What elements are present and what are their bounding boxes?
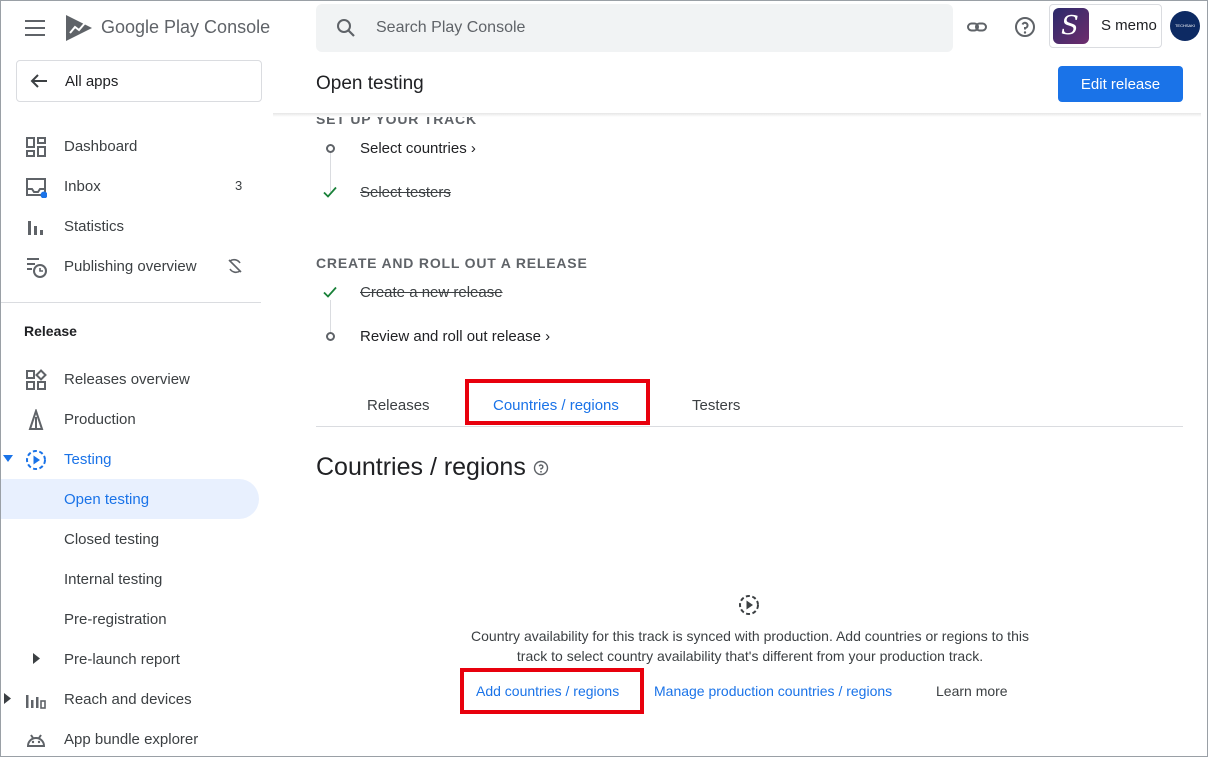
help-icon[interactable] [1013, 15, 1037, 39]
sidebar-divider [1, 302, 261, 303]
sidebar-section-release: Release [24, 323, 77, 339]
learn-more-link[interactable]: Learn more [936, 683, 1008, 699]
tab-testers[interactable]: Testers [692, 397, 740, 414]
sidebar: Google Play Console All apps Dashboard I… [1, 1, 273, 757]
dashboard-icon [26, 137, 46, 157]
sidebar-item-inbox[interactable]: Inbox 3 [1, 166, 259, 206]
sync-off-icon [228, 258, 242, 274]
caret-right-icon [4, 693, 11, 704]
check-icon [323, 186, 337, 198]
step-select-countries[interactable]: Select countries › [360, 140, 476, 157]
step-pending-icon [326, 144, 335, 153]
rollout-heading: CREATE AND ROLL OUT A RELEASE [316, 255, 588, 271]
testing-icon [26, 450, 46, 470]
edit-release-button[interactable]: Edit release [1058, 66, 1183, 102]
sidebar-item-pre-registration[interactable]: Pre-registration [1, 599, 259, 639]
production-icon [28, 409, 44, 430]
sidebar-item-pre-launch-report[interactable]: Pre-launch report [1, 639, 259, 679]
sidebar-item-label: Testing [64, 451, 112, 468]
search-input[interactable] [376, 16, 916, 40]
inbox-icon [26, 178, 47, 198]
setup-track-heading: SET UP YOUR TRACK [316, 117, 477, 127]
sidebar-item-publishing-overview[interactable]: Publishing overview [1, 246, 259, 286]
sync-production-icon [739, 595, 759, 615]
brand-bar: Google Play Console [1, 1, 273, 57]
step-pending-icon [326, 332, 335, 341]
tab-countries-regions[interactable]: Countries / regions [493, 397, 619, 414]
app-icon: S [1053, 8, 1089, 44]
sidebar-item-releases-overview[interactable]: Releases overview [1, 359, 259, 399]
sidebar-item-label: Internal testing [64, 571, 163, 588]
sidebar-item-label: Reach and devices [64, 691, 192, 708]
tab-releases[interactable]: Releases [367, 397, 430, 414]
step-review-release[interactable]: Review and roll out release › [360, 328, 550, 345]
caret-down-icon [3, 455, 13, 462]
sidebar-item-internal-testing[interactable]: Internal testing [1, 559, 259, 599]
page-title: Open testing [316, 73, 424, 94]
step-create-release[interactable]: Create a new release [360, 284, 503, 301]
sidebar-item-label: Inbox [64, 178, 101, 195]
tab-bar: Releases Countries / regions Testers [316, 381, 1183, 427]
android-icon [26, 734, 46, 747]
all-apps-label: All apps [65, 73, 119, 90]
setup-steps: SET UP YOUR TRACK Select countries › Sel… [273, 117, 1203, 377]
app-name: S memo [1101, 17, 1157, 34]
add-countries-link[interactable]: Add countries / regions [476, 683, 619, 699]
brand-name: Google Play Console [101, 17, 271, 37]
search-bar[interactable] [316, 4, 953, 52]
link-icon[interactable] [965, 15, 989, 39]
sidebar-item-label: Publishing overview [64, 258, 197, 275]
menu-icon[interactable] [25, 20, 45, 36]
releases-overview-icon [26, 369, 47, 390]
manage-production-countries-link[interactable]: Manage production countries / regions [654, 683, 892, 699]
bar-chart-icon [28, 221, 43, 235]
section-title: Countries / regions [316, 453, 526, 481]
sidebar-item-statistics[interactable]: Statistics [1, 206, 259, 246]
header-shadow [273, 113, 1201, 117]
sidebar-item-reach-and-devices[interactable]: Reach and devices [1, 679, 259, 719]
sidebar-item-dashboard[interactable]: Dashboard [1, 126, 259, 166]
reach-devices-icon [26, 695, 46, 709]
sidebar-item-label: Pre-launch report [64, 651, 180, 668]
check-icon [323, 286, 337, 298]
sidebar-item-label: App bundle explorer [64, 731, 199, 748]
sidebar-item-label: Open testing [64, 491, 150, 508]
step-select-testers[interactable]: Select testers [360, 184, 451, 201]
sidebar-item-label: Statistics [64, 218, 125, 235]
sidebar-item-label: Production [64, 411, 136, 428]
sidebar-item-label: Closed testing [64, 531, 160, 548]
publishing-schedule-icon [27, 258, 47, 278]
avatar[interactable]: TECHSAKI [1170, 11, 1200, 41]
sidebar-item-open-testing[interactable]: Open testing [1, 479, 259, 519]
sidebar-item-production[interactable]: Production [1, 399, 259, 439]
sidebar-item-app-bundle-explorer[interactable]: App bundle explorer [1, 719, 259, 757]
caret-right-icon [33, 653, 40, 664]
sync-description: Country availability for this track is s… [471, 628, 1029, 664]
arrow-back-icon [30, 74, 47, 88]
sidebar-item-label: Releases overview [64, 371, 190, 388]
search-icon [337, 19, 355, 37]
play-console-logo [66, 15, 92, 41]
sidebar-item-testing[interactable]: Testing [1, 439, 259, 479]
sidebar-item-label: Pre-registration [64, 611, 167, 628]
app-selector[interactable]: S S memo [1049, 4, 1162, 48]
all-apps-button[interactable]: All apps [16, 60, 262, 102]
inbox-count-badge: 3 [235, 178, 243, 193]
help-outline-icon[interactable] [533, 460, 549, 476]
step-connector [330, 300, 331, 332]
sidebar-item-label: Dashboard [64, 138, 138, 155]
sidebar-item-closed-testing[interactable]: Closed testing [1, 519, 259, 559]
